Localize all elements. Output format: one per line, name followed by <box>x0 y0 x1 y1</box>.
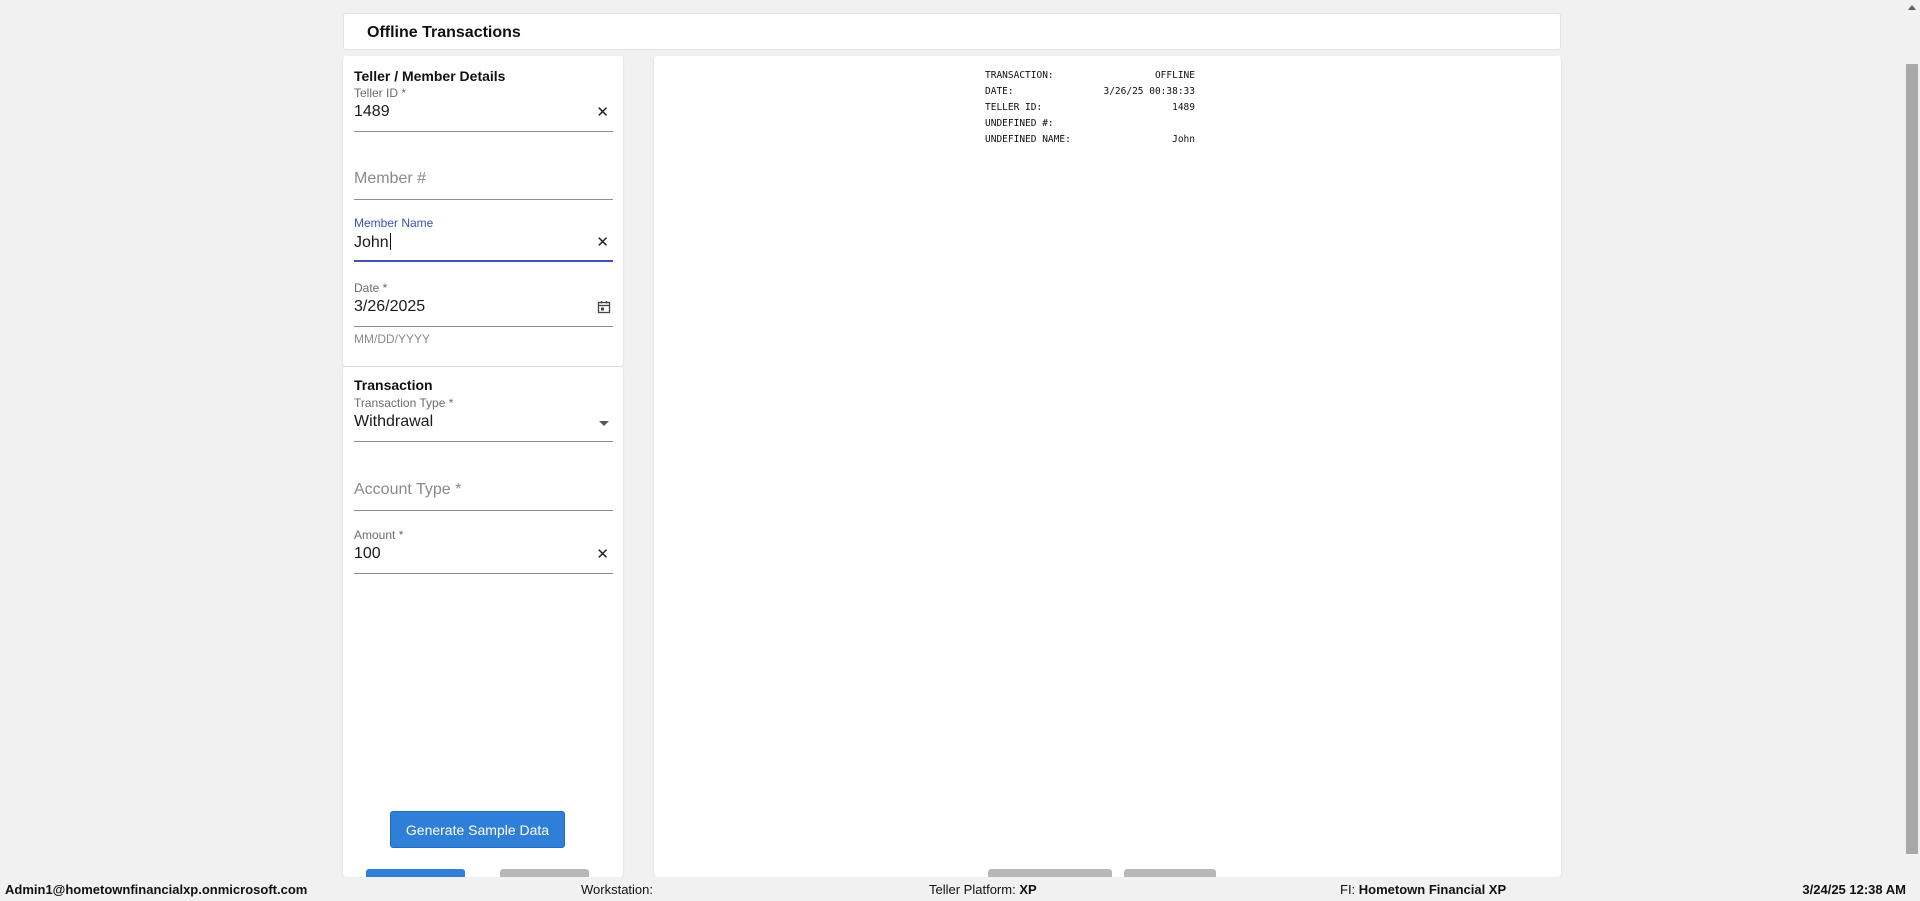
scrollbar-thumb[interactable] <box>1906 64 1918 854</box>
fi-value: Hometown Financial XP <box>1358 882 1507 897</box>
section-title-transaction: Transaction <box>354 377 433 393</box>
clear-teller-id-icon[interactable]: ✕ <box>596 103 609 121</box>
date-field[interactable]: Date * 3/26/2025 <box>354 281 613 329</box>
chevron-down-icon[interactable] <box>599 421 609 426</box>
clear-amount-icon[interactable]: ✕ <box>596 545 609 563</box>
member-number-underline <box>354 199 613 200</box>
submit-button[interactable] <box>366 869 465 877</box>
workstation-label: Workstation: <box>581 882 654 897</box>
teller-id-input[interactable]: 1489 <box>354 103 390 121</box>
receipt-key: DATE: <box>985 86 1014 97</box>
page-header: Offline Transactions <box>343 13 1561 50</box>
member-name-underline <box>354 260 613 262</box>
teller-id-field[interactable]: Teller ID * 1489 ✕ <box>354 86 613 134</box>
date-input[interactable]: 3/26/2025 <box>354 298 425 316</box>
transaction-type-underline <box>354 441 613 442</box>
text-caret <box>389 233 391 250</box>
receipt-value: 1489 <box>1172 102 1195 113</box>
receipt-preview-panel: TRANSACTION: OFFLINE DATE: 3/26/25 00:38… <box>654 56 1561 877</box>
section-title-teller-member: Teller / Member Details <box>354 68 506 84</box>
receipt-key: TRANSACTION: <box>985 70 1054 81</box>
receipt-value: John <box>1172 134 1195 145</box>
member-number-field[interactable]: Member # <box>354 170 613 202</box>
receipt-row: TELLER ID: 1489 <box>985 102 1195 118</box>
status-datetime: 3/24/25 12:38 AM <box>1802 882 1906 897</box>
teller-id-label: Teller ID * <box>354 86 407 100</box>
generate-sample-data-button[interactable]: Generate Sample Data <box>390 811 565 848</box>
teller-member-details-card: Teller / Member Details Teller ID * 1489… <box>343 56 623 366</box>
transaction-type-value[interactable]: Withdrawal <box>354 413 433 431</box>
transaction-card: Transaction Transaction Type * Withdrawa… <box>343 367 623 877</box>
date-label: Date * <box>354 281 388 295</box>
date-format-hint: MM/DD/YYYY <box>354 332 431 346</box>
amount-underline <box>354 573 613 574</box>
scroll-up-icon[interactable] <box>1908 5 1916 10</box>
receipt-key: TELLER ID: <box>985 102 1043 113</box>
receipt-row: TRANSACTION: OFFLINE <box>985 70 1195 86</box>
platform-value: XP <box>1019 882 1037 897</box>
transaction-type-select[interactable]: Transaction Type * Withdrawal <box>354 396 613 444</box>
clear-button[interactable] <box>1124 869 1216 877</box>
transaction-type-label: Transaction Type * <box>354 396 454 410</box>
receipt-row: UNDEFINED #: <box>985 118 1195 134</box>
account-type-input[interactable]: Account Type * <box>354 481 461 499</box>
platform-label: Teller Platform: <box>929 882 1016 897</box>
receipt-row: UNDEFINED NAME: John <box>985 134 1195 150</box>
status-platform: Teller Platform: XP <box>929 882 1037 897</box>
amount-field[interactable]: Amount * 100 ✕ <box>354 528 613 576</box>
receipt-value: OFFLINE <box>1154 70 1195 81</box>
print-button[interactable] <box>988 869 1112 877</box>
account-type-select[interactable]: Account Type * <box>354 481 613 513</box>
member-name-value: John <box>354 234 389 251</box>
account-type-underline <box>354 510 613 511</box>
receipt: TRANSACTION: OFFLINE DATE: 3/26/25 00:38… <box>985 70 1195 150</box>
status-bar: Admin1@hometownfinancialxp.onmicrosoft.c… <box>0 877 1920 901</box>
date-underline <box>354 326 613 327</box>
member-name-input[interactable]: John <box>354 233 391 252</box>
status-user: Admin1@hometownfinancialxp.onmicrosoft.c… <box>5 882 308 897</box>
receipt-key: UNDEFINED #: <box>985 118 1054 129</box>
teller-id-underline <box>354 131 613 132</box>
receipt-value: 3/26/25 00:38:33 <box>1103 86 1195 97</box>
amount-label: Amount * <box>354 528 404 542</box>
clear-member-name-icon[interactable]: ✕ <box>596 233 609 251</box>
member-name-field[interactable]: Member Name John ✕ <box>354 216 613 264</box>
status-fi: FI: Hometown Financial XP <box>1340 882 1506 897</box>
member-name-label: Member Name <box>354 216 434 230</box>
amount-input[interactable]: 100 <box>354 545 381 563</box>
page-title: Offline Transactions <box>367 24 521 41</box>
calendar-icon[interactable] <box>597 300 611 314</box>
fi-label: FI: <box>1340 882 1356 897</box>
receipt-key: UNDEFINED NAME: <box>985 134 1071 145</box>
receipt-row: DATE: 3/26/25 00:38:33 <box>985 86 1195 102</box>
status-workstation: Workstation: <box>581 882 653 897</box>
member-number-input[interactable]: Member # <box>354 170 426 188</box>
secondary-button[interactable] <box>500 869 589 877</box>
